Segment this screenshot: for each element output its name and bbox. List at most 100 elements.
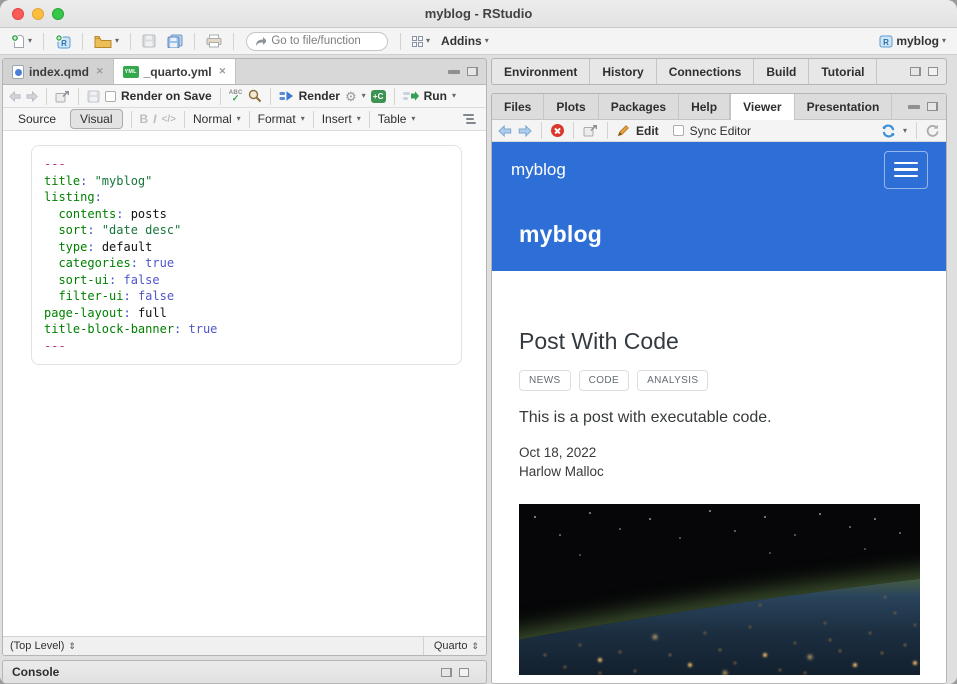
run-label[interactable]: Run bbox=[424, 89, 447, 103]
tab-index-qmd[interactable]: index.qmd ✕ bbox=[3, 59, 114, 84]
restore-pane-icon[interactable] bbox=[910, 67, 921, 76]
run-icon[interactable] bbox=[403, 90, 419, 102]
italic-button[interactable]: I bbox=[153, 112, 156, 126]
pane-tab[interactable]: Viewer bbox=[730, 94, 794, 120]
pane-tab[interactable]: Build bbox=[754, 59, 809, 84]
filetype-indicator[interactable]: Quarto ⇕ bbox=[423, 637, 479, 655]
open-in-new-window-icon[interactable] bbox=[583, 124, 598, 137]
new-project-button[interactable]: R bbox=[52, 32, 74, 51]
tab-label: _quarto.yml bbox=[144, 65, 212, 79]
search-icon[interactable] bbox=[248, 89, 262, 103]
format-menu[interactable]: Format bbox=[258, 112, 296, 126]
toolbar-divider bbox=[270, 88, 271, 105]
addins-caret: ▾ bbox=[485, 37, 489, 45]
panes-layout-button[interactable]: ▾ bbox=[409, 34, 433, 49]
project-menu-button[interactable]: R myblog ▾ bbox=[876, 32, 949, 50]
pane-tab[interactable]: Packages bbox=[599, 94, 679, 119]
category-badge[interactable]: ANALYSIS bbox=[637, 370, 708, 391]
close-tab-icon[interactable]: ✕ bbox=[219, 66, 227, 77]
svg-text:R: R bbox=[61, 39, 67, 48]
pane-tab[interactable]: History bbox=[590, 59, 656, 84]
bold-button[interactable]: B bbox=[140, 112, 149, 126]
forward-icon[interactable] bbox=[26, 91, 38, 102]
post-hero-image[interactable] bbox=[519, 504, 920, 675]
scope-sort-icon[interactable]: ⇕ bbox=[68, 641, 76, 652]
maximize-pane-icon[interactable] bbox=[928, 67, 938, 76]
earth-horizon bbox=[519, 538, 920, 675]
paragraph-style-select[interactable]: Normal bbox=[193, 112, 232, 126]
restore-pane-icon[interactable] bbox=[467, 67, 478, 76]
minimize-pane-icon[interactable] bbox=[448, 70, 460, 74]
insert-chunk-icon[interactable]: +C bbox=[371, 90, 386, 103]
gear-icon[interactable]: ⚙ bbox=[345, 90, 357, 103]
publish-caret[interactable]: ▾ bbox=[903, 127, 907, 135]
pane-tab[interactable]: Plots bbox=[544, 94, 598, 119]
restore-pane-icon[interactable] bbox=[441, 668, 452, 677]
render-on-save-label[interactable]: Render on Save bbox=[121, 89, 212, 103]
hamburger-menu-button[interactable] bbox=[884, 151, 928, 189]
open-in-new-window-icon[interactable] bbox=[55, 90, 70, 103]
source-mode-button[interactable]: Source bbox=[9, 110, 65, 128]
insert-menu[interactable]: Insert bbox=[322, 112, 352, 126]
pane-tab[interactable]: Connections bbox=[657, 59, 755, 84]
code-button[interactable]: </> bbox=[162, 114, 176, 125]
insert-caret[interactable]: ▾ bbox=[357, 115, 361, 123]
table-caret[interactable]: ▾ bbox=[411, 115, 415, 123]
publish-icon[interactable] bbox=[880, 124, 897, 138]
outline-toggle-icon[interactable] bbox=[463, 114, 480, 124]
new-file-button[interactable]: ▾ bbox=[8, 32, 35, 51]
open-file-button[interactable]: ▾ bbox=[91, 33, 122, 50]
scope-indicator[interactable]: (Top Level) bbox=[10, 640, 64, 652]
pane-tab[interactable]: Files bbox=[492, 94, 544, 119]
project-cube-icon: R bbox=[879, 35, 893, 48]
print-button[interactable] bbox=[203, 32, 225, 50]
visual-mode-button[interactable]: Visual bbox=[70, 109, 122, 129]
pane-tab[interactable]: Help bbox=[679, 94, 730, 119]
visual-editor-content[interactable]: ---title: "myblog"listing: contents: pos… bbox=[3, 131, 486, 636]
addins-button[interactable]: Addins ▾ bbox=[438, 32, 492, 50]
stop-icon[interactable] bbox=[551, 124, 564, 137]
console-pane-header[interactable]: Console bbox=[2, 660, 487, 684]
save-icon[interactable] bbox=[87, 90, 100, 103]
render-label[interactable]: Render bbox=[299, 89, 340, 103]
normal-caret[interactable]: ▾ bbox=[237, 115, 241, 123]
new-file-caret[interactable]: ▾ bbox=[28, 37, 32, 45]
run-caret[interactable]: ▾ bbox=[452, 92, 456, 100]
minimize-pane-icon[interactable] bbox=[908, 105, 920, 109]
toolbar-divider bbox=[394, 88, 395, 105]
panes-caret[interactable]: ▾ bbox=[426, 37, 430, 45]
tab-quarto-yml[interactable]: YML _quarto.yml ✕ bbox=[114, 59, 237, 84]
site-brand-link[interactable]: myblog bbox=[511, 160, 566, 180]
back-icon[interactable] bbox=[498, 125, 512, 137]
edit-pencil-icon[interactable] bbox=[617, 124, 630, 137]
open-file-caret[interactable]: ▾ bbox=[115, 37, 119, 45]
table-menu[interactable]: Table bbox=[378, 112, 407, 126]
back-icon[interactable] bbox=[9, 91, 21, 102]
render-on-save-checkbox[interactable] bbox=[105, 91, 116, 102]
close-tab-icon[interactable]: ✕ bbox=[96, 66, 104, 77]
pane-tab[interactable]: Presentation bbox=[795, 94, 893, 119]
goto-file-input[interactable] bbox=[271, 35, 379, 47]
yaml-code-block[interactable]: ---title: "myblog"listing: contents: pos… bbox=[31, 145, 462, 365]
maximize-pane-icon[interactable] bbox=[459, 668, 469, 677]
sync-editor-label[interactable]: Sync Editor bbox=[690, 124, 751, 138]
save-button[interactable] bbox=[139, 32, 159, 50]
pane-tab[interactable]: Environment bbox=[492, 59, 590, 84]
render-options-caret[interactable]: ▾ bbox=[362, 92, 366, 100]
render-icon[interactable] bbox=[279, 90, 294, 102]
category-badge[interactable]: NEWS bbox=[519, 370, 571, 391]
restore-pane-icon[interactable] bbox=[927, 102, 938, 111]
code-line: sort: "date desc" bbox=[44, 222, 449, 239]
category-badge[interactable]: CODE bbox=[579, 370, 630, 391]
forward-icon[interactable] bbox=[518, 125, 532, 137]
save-all-button[interactable] bbox=[164, 32, 186, 50]
spellcheck-icon[interactable]: ABC ✓ bbox=[229, 90, 243, 103]
goto-file-search[interactable] bbox=[246, 32, 388, 51]
sync-editor-checkbox[interactable] bbox=[673, 125, 684, 136]
project-caret: ▾ bbox=[942, 37, 946, 45]
post-title-link[interactable]: Post With Code bbox=[519, 328, 920, 355]
pane-tab[interactable]: Tutorial bbox=[809, 59, 877, 84]
edit-button[interactable]: Edit bbox=[636, 124, 659, 138]
format-caret[interactable]: ▾ bbox=[301, 115, 305, 123]
refresh-icon[interactable] bbox=[926, 124, 940, 138]
